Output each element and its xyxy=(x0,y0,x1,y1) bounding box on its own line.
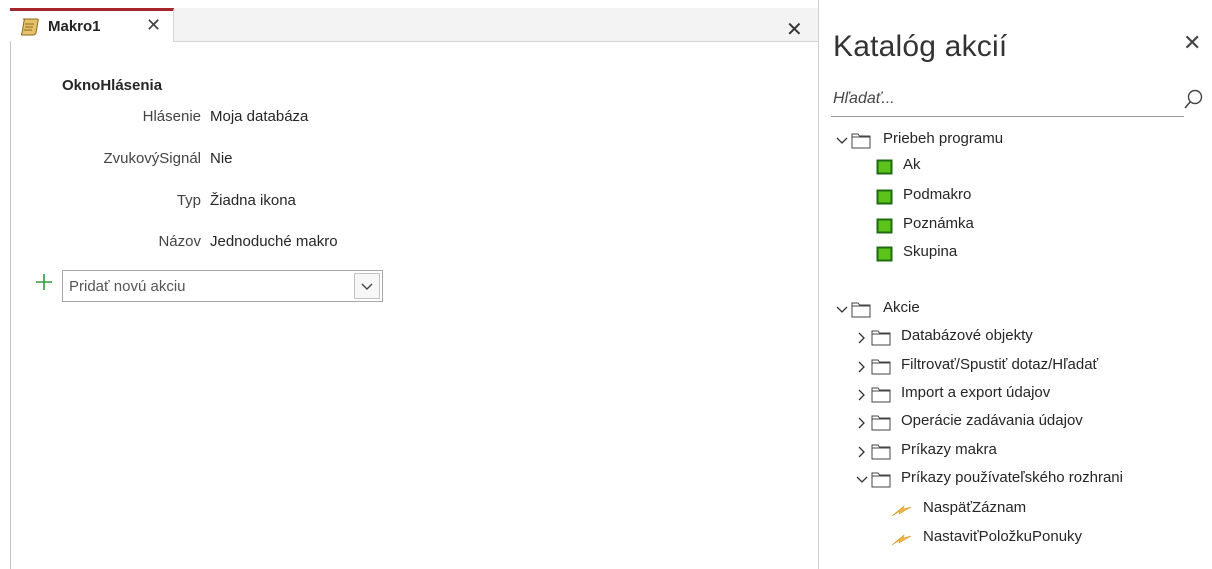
tree-category-label: Príkazy makra xyxy=(901,441,997,458)
add-new-action-input[interactable] xyxy=(63,271,348,301)
catalog-search-input[interactable] xyxy=(831,84,1173,114)
catalog-search-box[interactable] xyxy=(831,84,1184,117)
tree-category-label: Import a export údajov xyxy=(901,384,1051,401)
tree-category-import-export[interactable]: Import a export údajov xyxy=(855,382,1205,408)
argument-label: Typ xyxy=(176,192,201,209)
document-tab-makro1[interactable]: Makro1 ✕ xyxy=(10,8,174,42)
macro-designer: Makro1 ✕ ✕ OknoHlásenia Hlásenie Moja da… xyxy=(0,0,818,569)
tree-item-skupina[interactable]: Skupina xyxy=(875,241,1175,267)
folder-icon xyxy=(851,132,871,149)
tree-category-label: Databázové objekty xyxy=(901,327,1033,344)
folder-icon xyxy=(851,301,871,318)
action-catalog-pane: Katalóg akcií ✕ Priebeh programu Ak Podm… xyxy=(819,0,1212,569)
argument-label-nazov: Názov xyxy=(0,233,201,255)
chevron-down-icon[interactable] xyxy=(855,472,869,486)
folder-icon xyxy=(871,471,891,488)
folder-icon xyxy=(871,358,891,375)
tree-category-databazove-objekty[interactable]: Databázové objekty xyxy=(855,325,1205,351)
folder-icon xyxy=(871,414,891,431)
tree-category-prikazy-rozhrania[interactable]: Príkazy používateľského rozhrani xyxy=(855,467,1211,493)
tree-action-naspat-zaznam[interactable]: NaspäťZáznam xyxy=(891,497,1191,523)
catalog-title: Katalóg akcií xyxy=(833,30,1008,63)
macro-scroll-icon xyxy=(20,18,40,36)
tree-item-podmakro[interactable]: Podmakro xyxy=(875,184,1175,210)
folder-icon xyxy=(871,386,891,403)
chevron-right-icon[interactable] xyxy=(855,444,869,458)
tree-group-program-flow[interactable]: Priebeh programu xyxy=(835,128,1195,154)
macro-action-bolt-icon xyxy=(891,500,912,520)
chevron-right-icon[interactable] xyxy=(855,415,869,429)
document-tab-title: Makro1 xyxy=(48,18,101,35)
tree-item-label: Ak xyxy=(903,156,921,173)
tree-item-poznamka[interactable]: Poznámka xyxy=(875,213,1175,239)
chevron-down-icon[interactable] xyxy=(354,273,380,299)
tree-item-label: Poznámka xyxy=(903,215,974,232)
close-icon[interactable]: ✕ xyxy=(1183,32,1201,56)
argument-value[interactable]: Nie xyxy=(210,150,233,167)
program-flow-block-icon xyxy=(875,157,895,177)
tree-action-label: NaspäťZáznam xyxy=(923,499,1027,516)
tree-action-nastavit-polozku-ponuky[interactable]: NastaviťPoložkuPonuky xyxy=(891,526,1191,552)
tree-category-label: Filtrovať/Spustiť dotaz/Hľadať xyxy=(901,356,1099,373)
argument-label-zvukovysignal: ZvukovýSignál xyxy=(0,150,201,172)
argument-value[interactable]: Jednoduché makro xyxy=(210,233,338,250)
tree-category-filtrovat[interactable]: Filtrovať/Spustiť dotaz/Hľadať xyxy=(855,354,1205,380)
argument-label-typ: Typ xyxy=(0,192,201,214)
tree-group-label: Priebeh programu xyxy=(883,130,1004,147)
program-flow-block-icon xyxy=(875,216,895,236)
argument-value[interactable]: Žiadna ikona xyxy=(210,192,296,209)
add-new-action-combo[interactable] xyxy=(62,270,383,302)
close-document-icon[interactable]: ✕ xyxy=(786,18,803,40)
argument-label: ZvukovýSignál xyxy=(103,150,201,167)
tree-category-operacie[interactable]: Operácie zadávania údajov xyxy=(855,410,1205,436)
tree-item-label: Podmakro xyxy=(903,186,972,203)
chevron-right-icon[interactable] xyxy=(855,359,869,373)
tree-group-actions[interactable]: Akcie xyxy=(835,297,1195,323)
tree-group-label: Akcie xyxy=(883,299,920,316)
program-flow-block-icon xyxy=(875,187,895,207)
argument-value[interactable]: Moja databáza xyxy=(210,108,308,125)
search-icon[interactable] xyxy=(1183,88,1205,112)
folder-icon xyxy=(871,443,891,460)
close-tab-icon[interactable]: ✕ xyxy=(146,16,161,36)
program-flow-block-icon xyxy=(875,244,895,264)
tree-item-label: Skupina xyxy=(903,243,958,260)
chevron-right-icon[interactable] xyxy=(855,387,869,401)
argument-label: Názov xyxy=(158,233,201,250)
document-tab-strip: Makro1 ✕ ✕ xyxy=(10,8,818,42)
argument-label: Hlásenie xyxy=(142,108,201,125)
tree-item-ak[interactable]: Ak xyxy=(875,154,1175,180)
argument-label-hlasenie: Hlásenie xyxy=(0,108,201,130)
tree-action-label: NastaviťPoložkuPonuky xyxy=(923,528,1083,545)
chevron-right-icon[interactable] xyxy=(855,330,869,344)
tree-category-label: Operácie zadávania údajov xyxy=(901,412,1083,429)
folder-icon xyxy=(871,329,891,346)
tree-category-label: Príkazy používateľského rozhrani xyxy=(901,469,1123,486)
plus-icon[interactable] xyxy=(34,272,54,292)
macro-action-name[interactable]: OknoHlásenia xyxy=(62,77,162,94)
chevron-down-icon[interactable] xyxy=(835,133,849,147)
tree-category-prikazy-makra[interactable]: Príkazy makra xyxy=(855,439,1205,465)
macro-action-bolt-icon xyxy=(891,529,912,549)
chevron-down-icon[interactable] xyxy=(835,302,849,316)
